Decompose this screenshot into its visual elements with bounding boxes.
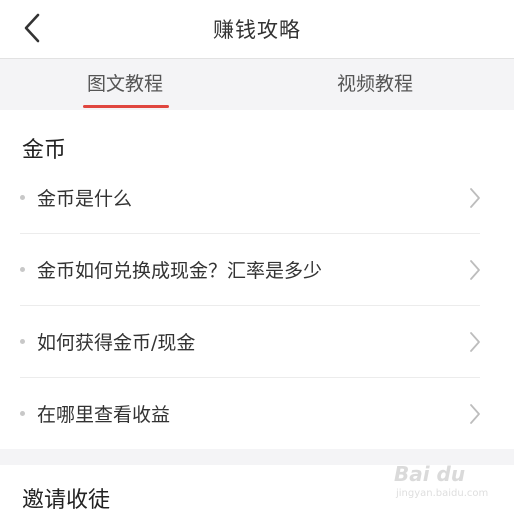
top-nav-bar: 赚钱攻略 <box>0 0 514 59</box>
tab-graphic-tutorial[interactable]: 图文教程 <box>40 59 210 110</box>
chevron-right-icon <box>470 332 480 352</box>
list-item[interactable]: 金币是什么 <box>20 162 480 234</box>
bullet-dot <box>20 339 25 344</box>
bullet-dot <box>20 195 25 200</box>
section-title-invite: 邀请收徒 <box>22 488 111 513</box>
chevron-right-icon <box>470 260 480 280</box>
bullet-dot <box>20 411 25 416</box>
bullet-dot <box>20 267 25 272</box>
list-item-label: 金币如何兑换成现金？汇率是多少 <box>37 260 323 282</box>
active-tab-indicator <box>83 105 169 108</box>
list-item[interactable]: 如何获得金币/现金 <box>20 306 480 378</box>
section-title-coins: 金币 <box>22 138 67 163</box>
watermark-subtext: jingyan.baidu.com <box>396 488 489 499</box>
list-item-label: 在哪里查看收益 <box>37 404 171 426</box>
chevron-right-icon <box>470 404 480 424</box>
baidu-watermark: Bai du jingyan.baidu.com <box>394 460 504 504</box>
tab-video-tutorial[interactable]: 视频教程 <box>290 59 460 110</box>
list-item-label: 如何获得金币/现金 <box>37 332 196 354</box>
watermark-text: Bai du <box>394 462 466 486</box>
tab-bar: 图文教程 视频教程 <box>0 59 514 110</box>
list-item[interactable]: 金币如何兑换成现金？汇率是多少 <box>20 234 480 306</box>
list-item[interactable]: 在哪里查看收益 <box>20 378 480 450</box>
chevron-right-icon <box>470 188 480 208</box>
list-item-label: 金币是什么 <box>37 188 133 210</box>
page-title: 赚钱攻略 <box>213 18 301 42</box>
